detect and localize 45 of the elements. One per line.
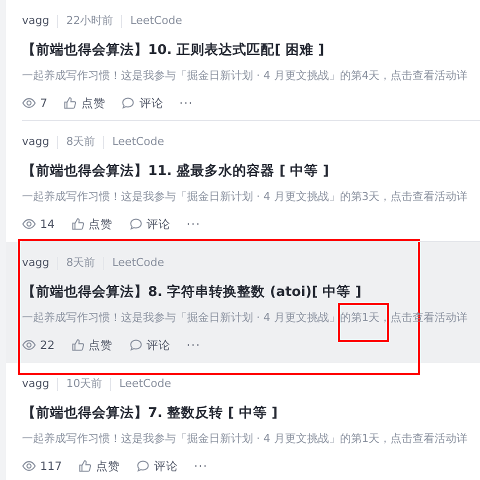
article-card[interactable]: vagg 22小时前 LeetCode 【前端也得会算法】10. 正则表达式匹配[ 困难 ] 一起养成写作习惯！这是我参与「掘金日新计划 · 4 月更文挑战」的第4天，点击查看活动详 7 点赞 评论 ··· [6,0,480,121]
author-name[interactable]: vagg [22,10,50,32]
article-excerpt: 一起养成写作习惯！这是我参与「掘金日新计划 · 4 月更文挑战」的第1天，点击查看活动详 [22,431,469,447]
author-name[interactable]: vagg [22,373,50,395]
author-name[interactable]: vagg [22,252,50,274]
thumbs-up-icon [70,338,85,352]
thumbs-up-icon [70,217,85,231]
author-name[interactable]: vagg [22,131,50,153]
eye-icon [22,338,36,352]
more-button[interactable]: ··· [186,334,201,356]
article-title[interactable]: 【前端也得会算法】8. 字符串转换整数 (atoi)[ 中等 ] [22,280,480,304]
article-title[interactable]: 【前端也得会算法】10. 正则表达式匹配[ 困难 ] [22,38,480,62]
post-time: 22小时前 [66,13,114,29]
eye-icon [22,96,36,110]
view-count: 117 [40,458,62,475]
view-count: 7 [40,95,48,112]
comment-button[interactable]: 评论 [139,92,164,114]
comment-button[interactable]: 评论 [146,334,171,356]
post-time: 8天前 [66,134,96,150]
article-excerpt: 一起养成写作习惯！这是我参与「掘金日新计划 · 4 月更文挑战」的第4天，点击查看活动详 [22,68,469,84]
post-time: 10天前 [66,376,102,392]
like-button[interactable]: 点赞 [88,334,113,356]
like-button[interactable]: 点赞 [88,213,113,235]
article-excerpt: 一起养成写作习惯！这是我参与「掘金日新计划 · 4 月更文挑战」的第3天，点击查看活动详 [22,189,469,205]
comment-icon [121,96,136,110]
comment-icon [128,338,143,352]
comment-icon [136,459,150,473]
article-title[interactable]: 【前端也得会算法】7. 整数反转 [ 中等 ] [22,401,480,425]
comment-button[interactable]: 评论 [154,455,178,477]
post-time: 8天前 [66,255,96,271]
more-button[interactable]: ··· [186,213,201,235]
comment-button[interactable]: 评论 [146,213,171,235]
eye-icon [22,217,36,231]
like-button[interactable]: 点赞 [81,92,106,114]
thumbs-up-icon [63,96,78,110]
view-count: 22 [40,337,55,354]
like-button[interactable]: 点赞 [96,455,120,477]
thumbs-up-icon [78,459,92,473]
article-card[interactable]: vagg 10天前 LeetCode 【前端也得会算法】7. 整数反转 [ 中等 ] 一起养成写作习惯！这是我参与「掘金日新计划 · 4 月更文挑战」的第1天，点击查看活动详 117 点赞 评论 ··· [6,363,480,480]
comment-icon [128,217,143,231]
article-title[interactable]: 【前端也得会算法】11. 盛最多水的容器 [ 中等 ] [22,159,480,183]
more-button[interactable]: ··· [179,92,194,114]
more-button[interactable]: ··· [194,455,208,477]
view-count: 14 [40,216,55,233]
eye-icon [22,459,36,473]
